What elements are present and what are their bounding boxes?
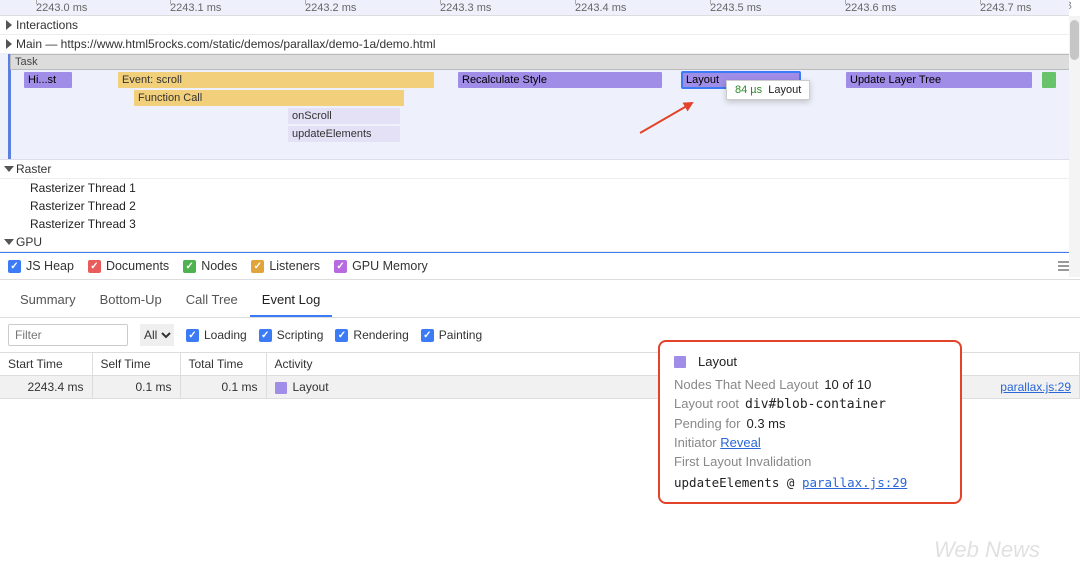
timeline-ruler[interactable]: 2243.0 ms 2243.1 ms 2243.2 ms 2243.3 ms …	[0, 0, 1069, 16]
track-main[interactable]: Main — https://www.html5rocks.com/static…	[0, 35, 1080, 54]
cell-self: 0.1 ms	[92, 376, 180, 399]
detail-tabs: Summary Bottom-Up Call Tree Event Log	[0, 284, 1080, 318]
seg-hit-test[interactable]: Hi...st	[24, 72, 72, 88]
scrollbar-thumb[interactable]	[1070, 20, 1079, 60]
filter-scripting[interactable]: ✓Scripting	[259, 328, 324, 342]
col-total[interactable]: Total Time	[180, 353, 266, 376]
seg-updateelements[interactable]: updateElements	[288, 126, 400, 142]
tab-summary[interactable]: Summary	[8, 284, 88, 317]
check-nodes[interactable]: ✓ Nodes	[183, 259, 237, 273]
tooltip-duration: 84 µs	[735, 84, 762, 96]
checkbox-icon: ✓	[421, 329, 434, 342]
raster-thread-row[interactable]: Rasterizer Thread 3	[0, 215, 1080, 233]
detail-color-icon	[674, 356, 686, 368]
seg-paint[interactable]	[1042, 72, 1056, 88]
seg-function-call[interactable]: Function Call	[134, 90, 404, 106]
track-gpu[interactable]: GPU	[0, 233, 1080, 252]
hover-tooltip: 84 µs Layout	[726, 80, 810, 100]
seg-event-scroll[interactable]: Event: scroll	[118, 72, 434, 88]
col-self[interactable]: Self Time	[92, 353, 180, 376]
ruler-tick: 2243.4 ms	[575, 0, 626, 16]
seg-update-layer-tree[interactable]: Update Layer Tree	[846, 72, 1032, 88]
source-link[interactable]: parallax.js:29	[1000, 380, 1071, 394]
checkbox-icon: ✓	[88, 260, 101, 273]
check-documents[interactable]: ✓ Documents	[88, 259, 169, 273]
checkbox-icon: ✓	[334, 260, 347, 273]
detail-stack: updateElements @ parallax.js:29	[674, 475, 946, 490]
ruler-tick: 2243.5 ms	[710, 0, 761, 16]
initiator-reveal[interactable]: Reveal	[720, 435, 760, 450]
checkbox-icon: ✓	[183, 260, 196, 273]
tab-event-log[interactable]: Event Log	[250, 284, 333, 317]
seg-recalculate-style[interactable]: Recalculate Style	[458, 72, 662, 88]
activity-color-icon	[275, 382, 287, 394]
memory-toolbar: ✓ JS Heap ✓ Documents ✓ Nodes ✓ Listener…	[0, 252, 1080, 280]
scrollbar[interactable]	[1069, 16, 1080, 277]
cell-total: 0.1 ms	[180, 376, 266, 399]
tooltip-label: Layout	[768, 84, 801, 96]
filter-loading[interactable]: ✓Loading	[186, 328, 247, 342]
chevron-right-icon	[6, 20, 12, 30]
tab-bottom-up[interactable]: Bottom-Up	[88, 284, 174, 317]
track-raster[interactable]: Raster	[0, 160, 1080, 179]
chevron-right-icon	[6, 39, 12, 49]
raster-thread-row[interactable]: Rasterizer Thread 2	[0, 197, 1080, 215]
event-detail-panel: Layout Nodes That Need Layout10 of 10 La…	[658, 340, 962, 504]
ruler-tick: 2243.1 ms	[170, 0, 221, 16]
checkbox-icon: ✓	[251, 260, 264, 273]
source-link[interactable]: parallax.js:29	[802, 475, 907, 490]
detail-title: Layout	[674, 354, 946, 369]
ruler-tick: 2243.3 ms	[440, 0, 491, 16]
col-start[interactable]: Start Time	[0, 353, 92, 376]
ruler-tick: 2243.2 ms	[305, 0, 356, 16]
filter-painting[interactable]: ✓Painting	[421, 328, 482, 342]
chevron-down-icon	[4, 166, 14, 172]
raster-thread-row[interactable]: Rasterizer Thread 1	[0, 179, 1080, 197]
check-js-heap[interactable]: ✓ JS Heap	[8, 259, 74, 273]
raster-thread-list: Rasterizer Thread 1 Rasterizer Thread 2 …	[0, 179, 1080, 233]
checkbox-icon: ✓	[259, 329, 272, 342]
check-listeners[interactable]: ✓ Listeners	[251, 259, 320, 273]
ruler-tick: 2243.7 ms	[980, 0, 1031, 16]
track-label: Raster	[16, 162, 51, 176]
ruler-tick: 2243.6 ms	[845, 0, 896, 16]
flame-chart[interactable]: Task Hi...st Event: scroll Recalculate S…	[0, 54, 1080, 160]
watermark: Web News	[934, 537, 1040, 563]
scope-select[interactable]: All	[140, 324, 174, 346]
filter-rendering[interactable]: ✓Rendering	[335, 328, 408, 342]
track-label: Interactions	[16, 18, 78, 32]
track-label: GPU	[16, 235, 42, 249]
seg-onscroll[interactable]: onScroll	[288, 108, 400, 124]
cell-start: 2243.4 ms	[0, 376, 92, 399]
checkbox-icon: ✓	[8, 260, 21, 273]
checkbox-icon: ✓	[186, 329, 199, 342]
check-gpu-memory[interactable]: ✓ GPU Memory	[334, 259, 428, 273]
track-interactions[interactable]: Interactions	[0, 16, 1080, 35]
track-label: Main — https://www.html5rocks.com/static…	[16, 37, 435, 51]
tab-call-tree[interactable]: Call Tree	[174, 284, 250, 317]
task-bar[interactable]: Task	[10, 54, 1070, 70]
ruler-tick: 2243.0 ms	[36, 0, 87, 16]
chevron-down-icon	[4, 239, 14, 245]
filter-input[interactable]	[8, 324, 128, 346]
checkbox-icon: ✓	[335, 329, 348, 342]
